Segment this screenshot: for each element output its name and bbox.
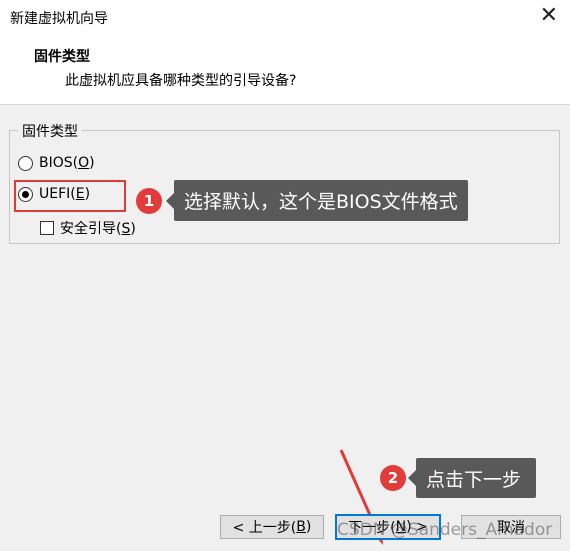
- annotation-arrow-icon: [339, 449, 383, 545]
- back-button[interactable]: < 上一步(B): [220, 515, 324, 539]
- watermark-text: CSDN @Sanders_Amador: [337, 520, 553, 540]
